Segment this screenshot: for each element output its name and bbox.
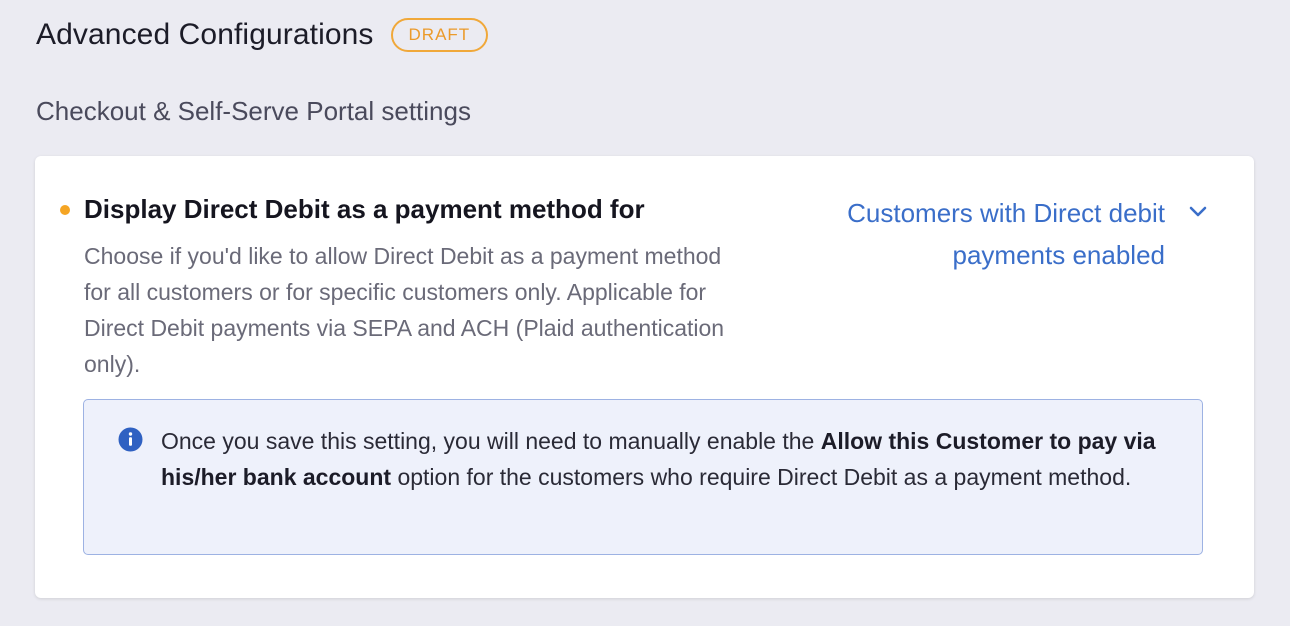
draft-status-badge: DRAFT — [390, 18, 489, 52]
page-title: Advanced Configurations — [36, 18, 374, 51]
setting-title: Display Direct Debit as a payment method… — [84, 194, 645, 224]
status-dot-icon — [60, 205, 70, 215]
info-icon — [118, 427, 143, 452]
info-callout: Once you save this setting, you will nee… — [83, 399, 1203, 555]
page-header: Advanced Configurations DRAFT — [36, 18, 489, 52]
info-message: Once you save this setting, you will nee… — [161, 423, 1181, 495]
info-text-before: Once you save this setting, you will nee… — [161, 428, 821, 454]
direct-debit-audience-dropdown[interactable]: Customers with Direct debit payments ena… — [845, 192, 1207, 276]
info-text-after: option for the customers who require Dir… — [391, 464, 1132, 490]
chevron-down-icon[interactable] — [1187, 200, 1209, 222]
dropdown-selected-value[interactable]: Customers with Direct debit payments ena… — [845, 192, 1165, 276]
settings-card: Display Direct Debit as a payment method… — [35, 156, 1254, 598]
section-title: Checkout & Self-Serve Portal settings — [36, 96, 471, 126]
setting-description: Choose if you'd like to allow Direct Deb… — [84, 243, 725, 377]
